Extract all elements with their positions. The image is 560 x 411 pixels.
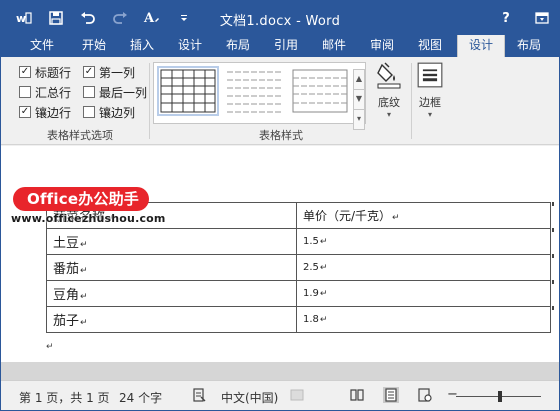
ribbon-tabs: 文件 开始 插入 设计 布局 引用 邮件 审阅 视图 设计 布局 bbox=[1, 35, 559, 57]
macro-icon[interactable] bbox=[289, 387, 305, 403]
last-column-checkbox[interactable] bbox=[83, 86, 95, 98]
table-row: 土豆↵ 1.5↵ bbox=[46, 228, 551, 255]
option-label: 标题行 bbox=[35, 65, 72, 80]
option-label: 最后一列 bbox=[99, 85, 148, 100]
ribbon: ✓ 标题行 ✓ 第一列 汇总行 最后一列 ✓ 镶边行 镶边列 表格样式选项 ▲ … bbox=[1, 57, 559, 145]
tab-table-layout[interactable]: 布局 bbox=[509, 35, 549, 57]
table-cell[interactable]: 豆角↵ bbox=[46, 280, 297, 307]
tab-table-design[interactable]: 设计 bbox=[457, 35, 505, 57]
option-banded-rows[interactable]: ✓ 镶边行 bbox=[19, 104, 83, 121]
table-cell[interactable]: 1.5↵ bbox=[296, 228, 551, 255]
tab-review[interactable]: 审阅 bbox=[363, 35, 401, 57]
borders-label: 边框 bbox=[419, 96, 441, 109]
gallery-scroll: ▲ ▼ ▾ bbox=[353, 69, 365, 130]
table-cell[interactable]: 单价（元/千克）↵ bbox=[296, 202, 551, 229]
option-first-column[interactable]: ✓ 第一列 bbox=[83, 64, 147, 81]
banded-rows-checkbox[interactable]: ✓ bbox=[19, 106, 31, 118]
table-cell[interactable]: 2.5↵ bbox=[296, 254, 551, 281]
option-label: 镶边行 bbox=[35, 105, 72, 120]
banded-columns-checkbox[interactable] bbox=[83, 106, 95, 118]
shading-arrow: ▾ bbox=[386, 110, 391, 119]
table-cell[interactable]: 番茄↵ bbox=[46, 254, 297, 281]
table-style-grid[interactable] bbox=[157, 66, 219, 116]
document-title: 文档1.docx - Word bbox=[219, 14, 341, 29]
status-bar: 第 1 页，共 1 页 24 个字 中文(中国) − bbox=[1, 380, 559, 410]
table-style-light[interactable] bbox=[292, 69, 348, 113]
table-style-plain[interactable] bbox=[226, 69, 282, 113]
tab-layout[interactable]: 布局 bbox=[219, 35, 257, 57]
gallery-up-icon[interactable]: ▲ bbox=[353, 69, 365, 90]
shading-label: 底纹 bbox=[378, 96, 400, 109]
zoom-out-icon[interactable]: − bbox=[447, 387, 458, 402]
help-icon[interactable]: ? bbox=[497, 9, 515, 27]
tab-mailings[interactable]: 邮件 bbox=[315, 35, 353, 57]
option-header-row[interactable]: ✓ 标题行 bbox=[19, 64, 83, 81]
option-label: 汇总行 bbox=[35, 85, 72, 100]
border-styles-icon bbox=[417, 62, 443, 88]
table-row: 番茄↵ 2.5↵ bbox=[46, 254, 551, 281]
option-label: 镶边列 bbox=[99, 105, 136, 120]
word-count[interactable]: 24 个字 bbox=[119, 389, 162, 406]
proofing-icon[interactable] bbox=[191, 387, 207, 403]
table-styles-gallery: ▲ ▼ ▾ bbox=[153, 62, 366, 130]
web-layout-icon[interactable] bbox=[417, 387, 433, 403]
borders-arrow: ▾ bbox=[427, 110, 432, 119]
table-row: 茄子↵ 1.8↵ bbox=[46, 306, 551, 333]
ribbon-separator bbox=[149, 63, 150, 139]
ribbon-separator bbox=[411, 63, 412, 139]
header-row-checkbox[interactable]: ✓ bbox=[19, 66, 31, 78]
read-mode-icon[interactable] bbox=[349, 387, 365, 403]
table-cell[interactable]: 1.9↵ bbox=[296, 280, 551, 307]
document-area[interactable]: 蔬菜名称↵ 单价（元/千克）↵ 土豆↵ 1.5↵ 番茄↵ 2.5↵ 豆角↵ 1.… bbox=[1, 146, 559, 362]
option-banded-columns[interactable]: 镶边列 bbox=[83, 104, 147, 121]
table-cell[interactable]: 土豆↵ bbox=[46, 228, 297, 255]
total-row-checkbox[interactable] bbox=[19, 86, 31, 98]
option-total-row[interactable]: 汇总行 bbox=[19, 84, 83, 101]
shading-button[interactable]: 底纹 ▾ bbox=[369, 61, 409, 119]
table-row: 豆角↵ 1.9↵ bbox=[46, 280, 551, 307]
print-layout-icon[interactable] bbox=[383, 387, 399, 403]
title-bar: w A 文档1.docx - Word ? bbox=[1, 1, 559, 35]
tab-file[interactable]: 文件 bbox=[23, 35, 61, 57]
tab-view[interactable]: 视图 bbox=[411, 35, 449, 57]
ribbon-display-options-icon[interactable] bbox=[533, 9, 551, 27]
document-bottom-band bbox=[1, 362, 559, 380]
zoom-slider-thumb[interactable] bbox=[498, 391, 502, 402]
paint-bucket-icon bbox=[377, 62, 401, 89]
first-column-checkbox[interactable]: ✓ bbox=[83, 66, 95, 78]
tab-design[interactable]: 设计 bbox=[171, 35, 209, 57]
borders-button[interactable]: 边框 ▾ bbox=[415, 61, 445, 119]
gallery-down-icon[interactable]: ▼ bbox=[353, 89, 365, 110]
table-style-options: ✓ 标题行 ✓ 第一列 汇总行 最后一列 ✓ 镶边行 镶边列 bbox=[19, 62, 147, 122]
window-controls: ? bbox=[497, 9, 551, 27]
watermark-url: www.officezhushou.com bbox=[11, 212, 166, 225]
tab-references[interactable]: 引用 bbox=[267, 35, 305, 57]
tab-insert[interactable]: 插入 bbox=[123, 35, 161, 57]
option-label: 第一列 bbox=[99, 65, 136, 80]
paragraph-mark: ↵ bbox=[46, 342, 54, 352]
row-end-marks bbox=[552, 202, 554, 332]
watermark-badge: Office办公助手 bbox=[13, 187, 150, 211]
group-label-style-options: 表格样式选项 bbox=[47, 129, 113, 142]
table-cell[interactable]: 1.8↵ bbox=[296, 306, 551, 333]
language-indicator[interactable]: 中文(中国) bbox=[221, 389, 278, 406]
page-count[interactable]: 第 1 页，共 1 页 bbox=[19, 389, 110, 406]
group-label-table-styles: 表格样式 bbox=[259, 129, 303, 142]
word-window: w A 文档1.docx - Word ? 文件 开始 插入 设计 布局 引用 … bbox=[0, 0, 560, 411]
tab-home[interactable]: 开始 bbox=[75, 35, 113, 57]
option-last-column[interactable]: 最后一列 bbox=[83, 84, 147, 101]
table-cell[interactable]: 茄子↵ bbox=[46, 306, 297, 333]
gallery-more-icon[interactable]: ▾ bbox=[353, 109, 365, 130]
